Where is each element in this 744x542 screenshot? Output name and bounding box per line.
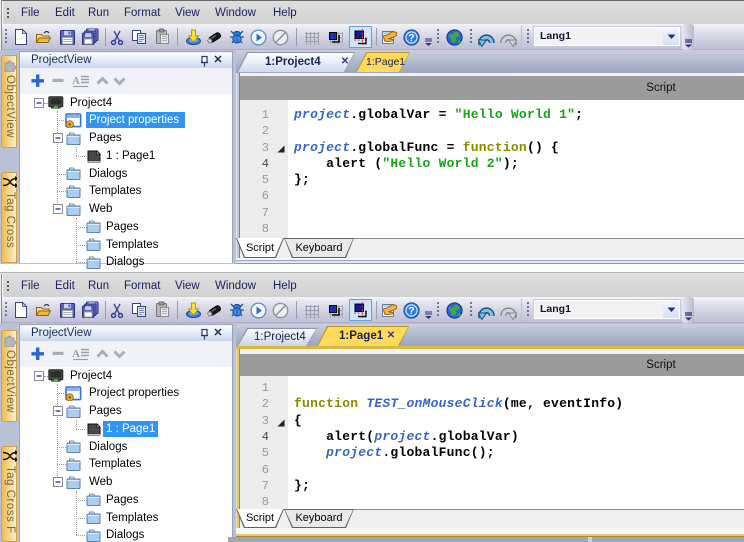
- svg-text:?: ?: [408, 32, 414, 44]
- svg-text:?: ?: [408, 305, 414, 317]
- svg-text:A: A: [72, 75, 80, 87]
- svg-text:A: A: [72, 348, 80, 360]
